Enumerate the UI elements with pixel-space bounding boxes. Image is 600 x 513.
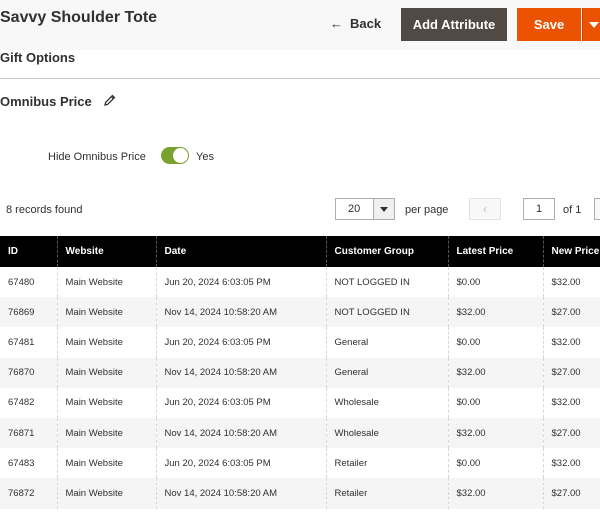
omnibus-price-table: ID Website Date Customer Group Latest Pr… [0, 236, 600, 509]
cell-latest-price: $32.00 [448, 478, 544, 509]
save-options-toggle[interactable] [582, 8, 600, 41]
cell-date: Nov 14, 2024 10:58:20 AM [156, 297, 327, 328]
cell-id: 67481 [0, 327, 58, 358]
page-number-input[interactable]: 1 [523, 198, 555, 220]
cell-customer-group: NOT LOGGED IN [326, 297, 449, 328]
cell-date: Jun 20, 2024 6:03:05 PM [156, 448, 327, 479]
table-row: 67483 Main Website Jun 20, 2024 6:03:05 … [0, 448, 600, 479]
cell-new-price: $27.00 [543, 297, 600, 328]
pencil-icon[interactable] [104, 94, 116, 106]
cell-website: Main Website [57, 387, 157, 418]
cell-new-price: $27.00 [543, 357, 600, 388]
cell-id: 76871 [0, 417, 58, 449]
cell-website: Main Website [57, 327, 157, 358]
section-omnibus-price[interactable]: Omnibus Price [0, 94, 92, 109]
cell-id: 67483 [0, 448, 58, 479]
back-arrow-icon: ← [330, 16, 343, 31]
cell-date: Jun 20, 2024 6:03:05 PM [156, 327, 327, 358]
next-page-button[interactable] [594, 198, 600, 220]
table-row: 76870 Main Website Nov 14, 2024 10:58:20… [0, 357, 600, 388]
back-button[interactable]: ← Back [330, 16, 381, 31]
chevron-down-icon [589, 22, 599, 28]
cell-latest-price: $0.00 [448, 387, 544, 418]
table-row: 67481 Main Website Jun 20, 2024 6:03:05 … [0, 327, 600, 358]
cell-customer-group: Retailer [326, 478, 449, 509]
cell-latest-price: $32.00 [448, 297, 544, 328]
toggle-knob [173, 148, 188, 163]
hide-omnibus-label: Hide Omnibus Price [48, 151, 146, 163]
toggle-value-label: Yes [196, 151, 214, 163]
cell-website: Main Website [57, 448, 157, 479]
cell-new-price: $32.00 [543, 327, 600, 358]
per-page-value: 20 [348, 203, 361, 215]
cell-new-price: $27.00 [543, 478, 600, 509]
cell-date: Nov 14, 2024 10:58:20 AM [156, 478, 327, 509]
cell-latest-price: $32.00 [448, 357, 544, 388]
cell-new-price: $32.00 [543, 387, 600, 418]
cell-new-price: $32.00 [543, 448, 600, 479]
column-header-customer-group[interactable]: Customer Group [326, 236, 449, 267]
table-row: 76871 Main Website Nov 14, 2024 10:58:20… [0, 417, 600, 449]
cell-latest-price: $32.00 [448, 417, 544, 449]
cell-latest-price: $0.00 [448, 448, 544, 479]
cell-new-price: $32.00 [543, 267, 600, 298]
cell-website: Main Website [57, 267, 157, 298]
section-gift-options[interactable]: Gift Options [0, 50, 75, 65]
cell-latest-price: $0.00 [448, 267, 544, 298]
cell-website: Main Website [57, 417, 157, 449]
cell-id: 76870 [0, 357, 58, 388]
cell-customer-group: Wholesale [326, 417, 449, 449]
cell-website: Main Website [57, 297, 157, 328]
page-title: Savvy Shoulder Tote [0, 9, 158, 26]
cell-customer-group: Wholesale [326, 387, 449, 418]
column-header-website[interactable]: Website [57, 236, 157, 267]
back-label: Back [350, 16, 382, 31]
column-header-date[interactable]: Date [156, 236, 327, 267]
page-count-label: of 1 [563, 204, 582, 216]
cell-id: 67482 [0, 387, 58, 418]
table-row: 67482 Main Website Jun 20, 2024 6:03:05 … [0, 387, 600, 418]
cell-customer-group: General [326, 357, 449, 388]
cell-date: Nov 14, 2024 10:58:20 AM [156, 417, 327, 449]
cell-new-price: $27.00 [543, 417, 600, 449]
column-header-new-price[interactable]: New Price [543, 236, 600, 267]
per-page-select[interactable]: 20 [335, 198, 395, 220]
cell-customer-group: NOT LOGGED IN [326, 267, 449, 298]
cell-customer-group: Retailer [326, 448, 449, 479]
cell-date: Jun 20, 2024 6:03:05 PM [156, 387, 327, 418]
cell-date: Nov 14, 2024 10:58:20 AM [156, 357, 327, 388]
table-row: 76872 Main Website Nov 14, 2024 10:58:20… [0, 478, 600, 509]
cell-id: 76869 [0, 297, 58, 328]
chevron-left-icon: ‹ [483, 202, 487, 216]
save-button[interactable]: Save [517, 8, 581, 41]
cell-latest-price: $0.00 [448, 327, 544, 358]
per-page-dropdown-button[interactable] [373, 199, 394, 219]
cell-date: Jun 20, 2024 6:03:05 PM [156, 267, 327, 298]
column-header-latest-price[interactable]: Latest Price [448, 236, 544, 267]
cell-customer-group: General [326, 327, 449, 358]
cell-id: 76872 [0, 478, 58, 509]
section-divider [0, 78, 600, 79]
records-found: 8 records found [6, 204, 83, 216]
cell-website: Main Website [57, 478, 157, 509]
column-header-id[interactable]: ID [0, 236, 58, 267]
prev-page-button[interactable]: ‹ [469, 198, 501, 220]
cell-id: 67480 [0, 267, 58, 298]
cell-website: Main Website [57, 357, 157, 388]
hide-omnibus-toggle[interactable] [161, 147, 189, 164]
table-header-row: ID Website Date Customer Group Latest Pr… [0, 236, 600, 267]
page-header: Savvy Shoulder Tote ← Back Add Attribute … [0, 0, 600, 50]
per-page-label: per page [405, 204, 449, 216]
table-row: 76869 Main Website Nov 14, 2024 10:58:20… [0, 297, 600, 328]
table-row: 67480 Main Website Jun 20, 2024 6:03:05 … [0, 267, 600, 298]
add-attribute-button[interactable]: Add Attribute [401, 8, 507, 41]
chevron-down-icon [380, 207, 388, 212]
